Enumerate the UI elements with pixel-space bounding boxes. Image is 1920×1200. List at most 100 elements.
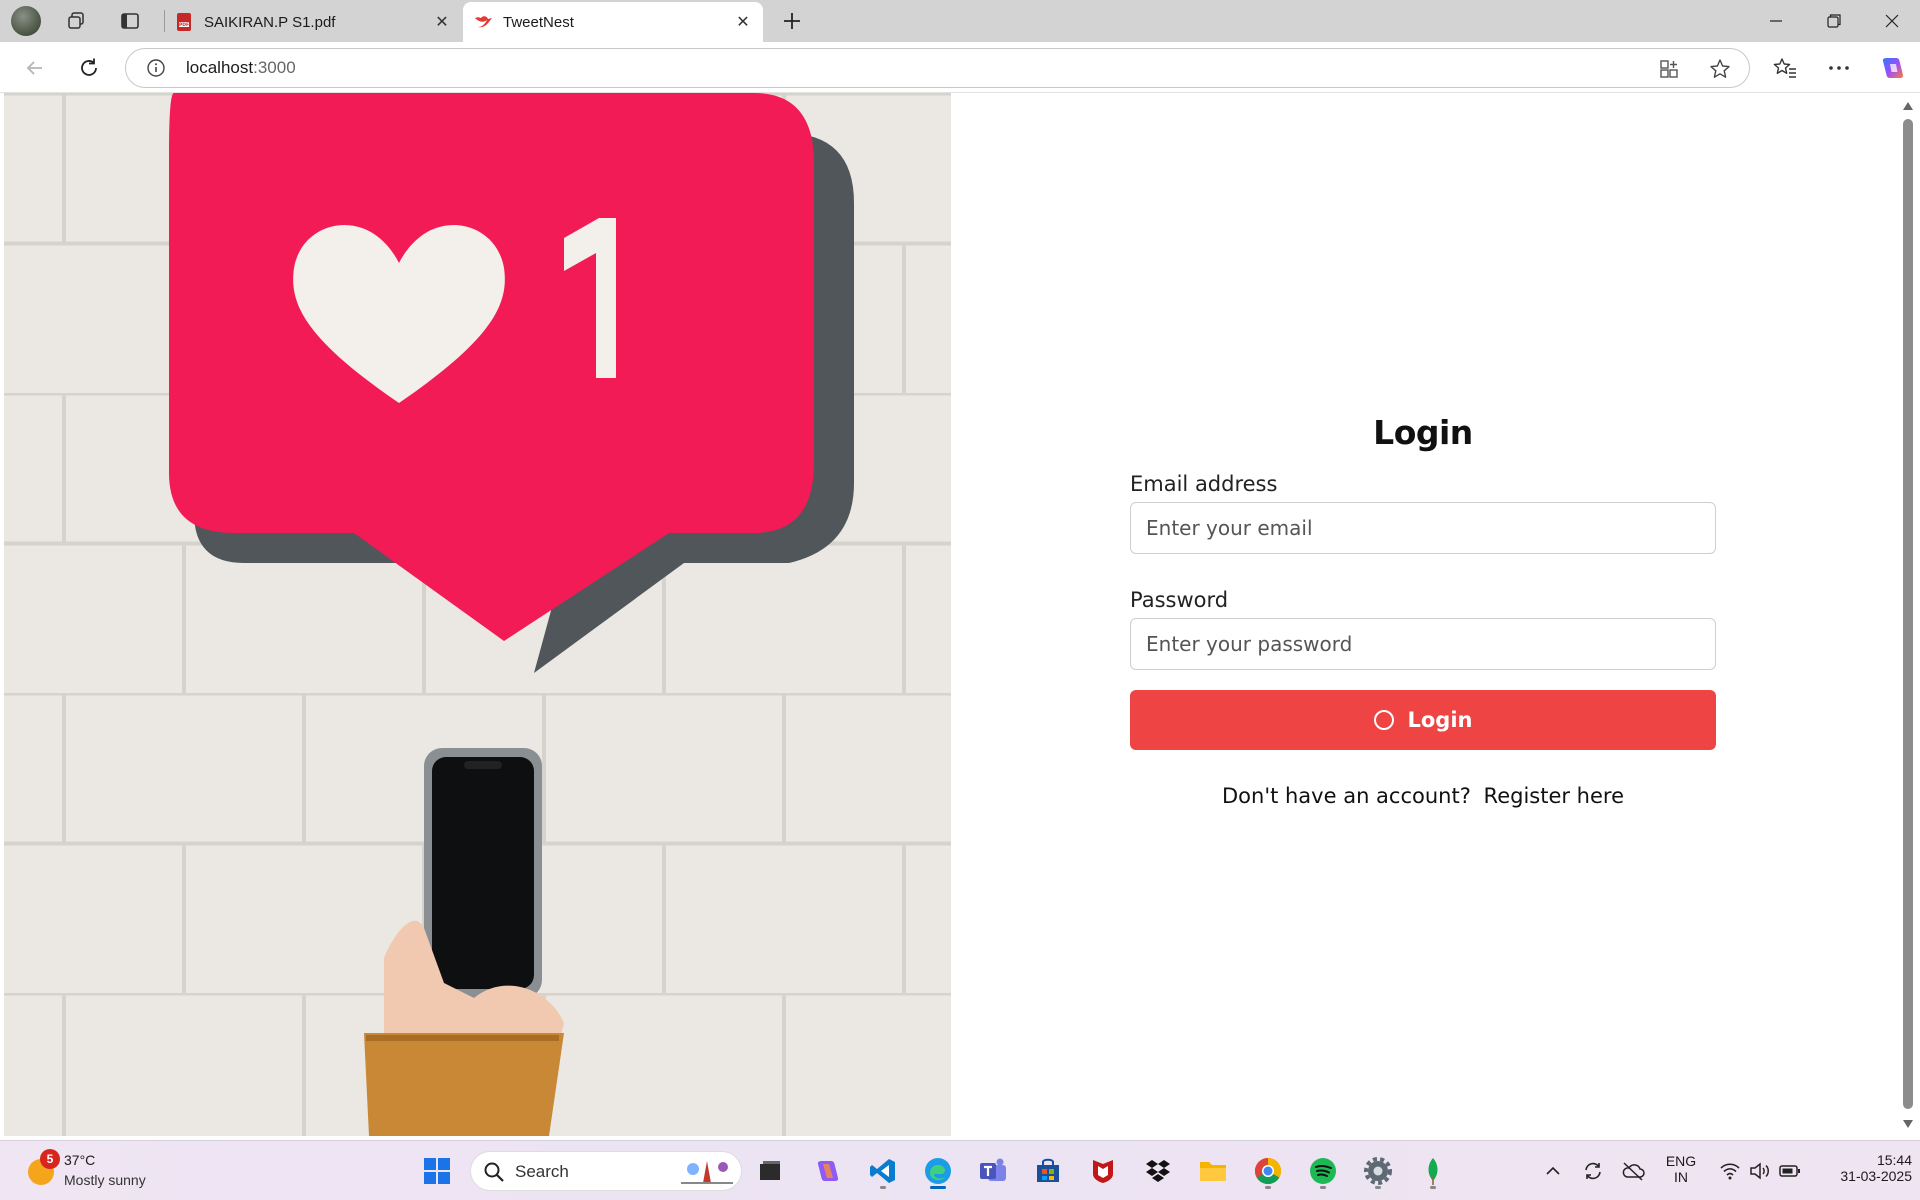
windows-logo-icon xyxy=(424,1158,450,1184)
quick-settings-button[interactable] xyxy=(1710,1151,1810,1191)
tab-title: TweetNest xyxy=(503,13,574,31)
minimize-button[interactable] xyxy=(1748,0,1804,42)
start-button[interactable] xyxy=(417,1151,457,1191)
dropbox-icon xyxy=(1146,1160,1170,1182)
taskbar-spotify[interactable] xyxy=(1303,1151,1343,1191)
taskbar-search[interactable]: Search xyxy=(470,1151,742,1191)
restore-button[interactable] xyxy=(1806,0,1862,42)
minimize-icon xyxy=(1770,20,1782,22)
hero-illustration xyxy=(4,93,951,1136)
loading-spinner-icon xyxy=(1373,710,1394,730)
language-indicator[interactable]: ENG IN xyxy=(1660,1153,1702,1185)
svg-text:PDF: PDF xyxy=(179,22,189,28)
plus-icon xyxy=(784,13,800,29)
taskbar-dropbox[interactable] xyxy=(1138,1151,1178,1191)
favorites-icon xyxy=(1773,58,1796,78)
gear-icon xyxy=(1364,1157,1392,1185)
pdf-icon: PDF xyxy=(177,13,191,31)
info-icon[interactable] xyxy=(146,58,166,78)
mcafee-shield-icon xyxy=(1093,1160,1113,1183)
taskbar-settings[interactable] xyxy=(1358,1151,1398,1191)
close-window-button[interactable] xyxy=(1864,0,1920,42)
folder-icon xyxy=(1200,1162,1226,1181)
search-label: Search xyxy=(515,1162,569,1181)
refresh-button[interactable] xyxy=(71,50,107,86)
taskbar-store[interactable] xyxy=(1028,1151,1068,1191)
login-form: Login Email address Password Login Don't… xyxy=(1130,413,1716,808)
battery-icon xyxy=(1779,1165,1800,1177)
taskbar-task-view[interactable] xyxy=(750,1151,790,1191)
new-tab-button[interactable] xyxy=(776,6,808,36)
teams-icon xyxy=(980,1158,1006,1181)
tab-tweetnest[interactable]: TweetNest ✕ xyxy=(463,2,763,42)
taskbar-file-explorer[interactable] xyxy=(1193,1151,1233,1191)
taskbar-mcafee[interactable] xyxy=(1083,1151,1123,1191)
close-icon xyxy=(1885,14,1899,28)
running-indicator xyxy=(880,1186,886,1189)
taskbar-copilot[interactable] xyxy=(808,1151,848,1191)
search-highlight-icon xyxy=(681,1161,733,1184)
login-button-label: Login xyxy=(1407,708,1473,732)
weather-widget[interactable]: 5 37°C Mostly sunny xyxy=(22,1149,182,1193)
close-tab-icon[interactable]: ✕ xyxy=(432,12,452,32)
page-viewport: Login Email address Password Login Don't… xyxy=(0,93,1920,1137)
address-bar[interactable]: localhost:3000 xyxy=(125,48,1750,88)
password-label: Password xyxy=(1130,588,1229,612)
favorites-button[interactable] xyxy=(1767,50,1803,86)
region-code: IN xyxy=(1674,1169,1688,1185)
task-view-icon xyxy=(760,1161,780,1180)
onedrive-status-button[interactable] xyxy=(1614,1151,1652,1191)
running-indicator xyxy=(1375,1186,1381,1189)
language-code: ENG xyxy=(1665,1153,1697,1169)
login-button[interactable]: Login xyxy=(1130,690,1716,750)
copilot-button[interactable] xyxy=(1875,50,1911,86)
page-scrollbar[interactable] xyxy=(1896,93,1920,1137)
clock-time: 15:44 xyxy=(1876,1152,1912,1168)
register-link[interactable]: Register here xyxy=(1484,784,1624,808)
app-available-button[interactable] xyxy=(1656,56,1682,82)
show-hidden-icons-button[interactable] xyxy=(1534,1151,1572,1191)
profile-avatar-button[interactable] xyxy=(8,6,44,36)
scrollbar-thumb[interactable] xyxy=(1903,119,1913,1109)
email-input[interactable] xyxy=(1130,502,1716,554)
more-options-button[interactable] xyxy=(1821,50,1857,86)
clock[interactable]: 15:44 31-03-2025 xyxy=(1808,1152,1912,1184)
chevron-up-icon xyxy=(1546,1166,1560,1175)
taskbar-mongodb[interactable] xyxy=(1413,1151,1453,1191)
scroll-up-icon[interactable] xyxy=(1902,101,1914,111)
notification-badge: 5 xyxy=(40,1149,60,1169)
sync-status-button[interactable] xyxy=(1574,1151,1612,1191)
login-title: Login xyxy=(1373,413,1473,452)
favorite-button[interactable] xyxy=(1707,56,1733,82)
scroll-down-icon[interactable] xyxy=(1902,1119,1914,1129)
running-indicator xyxy=(1265,1186,1271,1189)
close-tab-icon[interactable]: ✕ xyxy=(733,12,753,32)
sync-icon xyxy=(1585,1162,1601,1180)
weather-temperature: 37°C xyxy=(64,1152,96,1168)
workspaces-icon xyxy=(68,12,84,29)
register-prompt-text: Don't have an account? xyxy=(1221,784,1471,808)
register-prompt: Don't have an account? Register here xyxy=(1130,784,1716,808)
taskbar-teams[interactable] xyxy=(973,1151,1013,1191)
taskbar-chrome[interactable] xyxy=(1248,1151,1288,1191)
workspaces-button[interactable] xyxy=(58,6,94,36)
email-label: Email address xyxy=(1130,472,1278,496)
tweetnest-bird-icon xyxy=(475,16,492,28)
back-button[interactable] xyxy=(17,50,53,86)
taskbar-edge[interactable] xyxy=(918,1151,958,1191)
back-arrow-icon xyxy=(26,61,42,75)
clock-date: 31-03-2025 xyxy=(1840,1168,1912,1184)
edge-icon xyxy=(925,1158,951,1184)
apps-icon xyxy=(1660,60,1678,78)
password-input[interactable] xyxy=(1130,618,1716,670)
active-indicator xyxy=(930,1186,946,1189)
copilot-icon xyxy=(1882,58,1904,78)
taskbar-vscode[interactable] xyxy=(863,1151,903,1191)
volume-icon xyxy=(1750,1162,1769,1180)
tab-pdf[interactable]: PDF SAIKIRAN.P S1.pdf ✕ xyxy=(164,2,462,42)
running-indicator xyxy=(1430,1186,1436,1189)
weather-condition: Mostly sunny xyxy=(64,1172,146,1188)
vscode-icon xyxy=(870,1159,895,1183)
running-indicator xyxy=(1320,1186,1326,1189)
vertical-tabs-button[interactable] xyxy=(112,6,148,36)
